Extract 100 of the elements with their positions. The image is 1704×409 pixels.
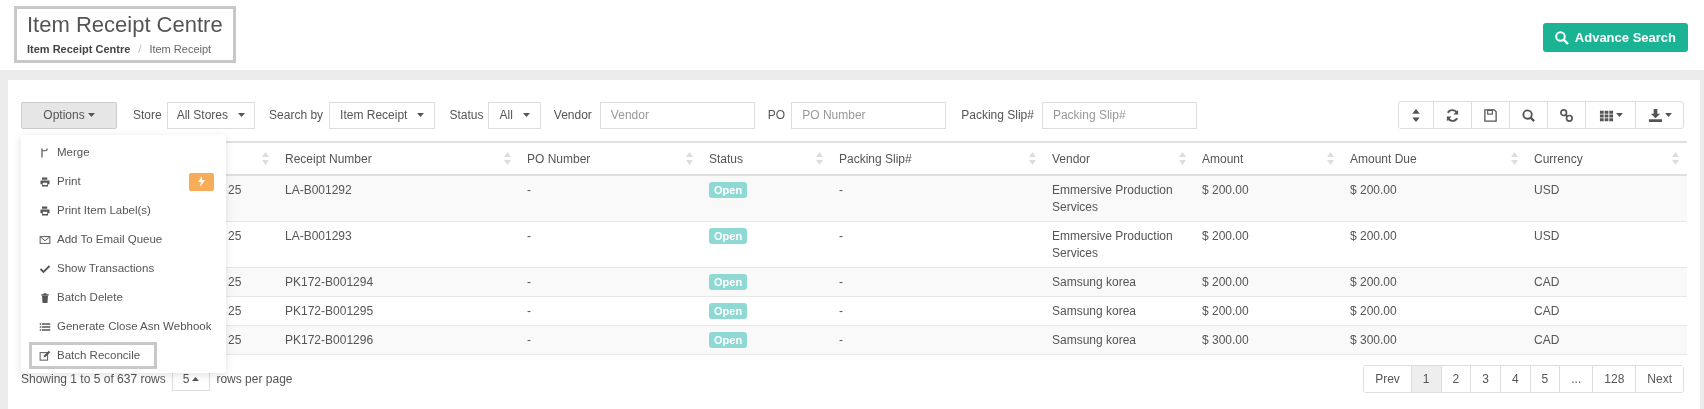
table-cell: LA-B001292	[285, 183, 352, 197]
table-cell: CAD	[1534, 304, 1560, 318]
menu-item[interactable]: Print	[39, 168, 81, 195]
table-cell: Samsung korea	[1052, 275, 1137, 289]
edit-icon	[39, 349, 51, 362]
caret-icon	[192, 377, 200, 381]
refresh-icon	[1445, 107, 1460, 123]
table-cell: LA-B001293	[285, 229, 352, 243]
menu-item[interactable]: Batch Reconcile	[29, 342, 158, 369]
store-select[interactable]: All Stores	[166, 101, 256, 129]
table-cell: Emmersive Production Services	[1052, 229, 1173, 260]
column-header[interactable]: Status	[709, 149, 744, 168]
menu-item[interactable]: Batch Delete	[39, 284, 123, 311]
envelope-icon	[39, 233, 51, 246]
table-cell: -	[839, 304, 843, 318]
table-cell: Emmersive Production Services	[1052, 183, 1173, 214]
sort-icon	[262, 152, 269, 165]
table-cell: PK172-B001295	[285, 304, 374, 318]
po-label: PO	[767, 107, 786, 124]
status-badge: Open	[709, 274, 748, 290]
status-label: Status	[449, 107, 484, 124]
table-cell: $ 200.00	[1202, 304, 1249, 318]
column-header[interactable]: Amount Due	[1350, 149, 1417, 168]
sort-icon	[1410, 107, 1422, 123]
menu-item[interactable]: Merge	[39, 139, 90, 166]
sort-icon	[1511, 152, 1518, 165]
table-cell: -	[839, 275, 843, 289]
column-header[interactable]: PO Number	[527, 149, 591, 168]
table-cell: 25	[228, 183, 242, 197]
lightning-icon	[198, 176, 205, 187]
link-icon	[1559, 107, 1574, 123]
column-header[interactable]: Packing Slip#	[839, 149, 912, 168]
caret-icon	[1615, 113, 1623, 117]
menu-item[interactable]: Show Transactions	[39, 255, 155, 282]
table-cell: $ 200.00	[1202, 275, 1249, 289]
column-header[interactable]: Amount	[1202, 149, 1244, 168]
caret-icon	[238, 113, 246, 117]
table-cell: $ 200.00	[1350, 183, 1397, 197]
packing-slip-field[interactable]: Packing Slip#	[1041, 101, 1197, 129]
status-select[interactable]: All	[488, 101, 541, 129]
table-cell: -	[839, 183, 843, 197]
search-icon	[1521, 107, 1536, 123]
table-cell: 25	[228, 229, 242, 243]
packing-slip-label: Packing Slip#	[961, 107, 1034, 124]
table-cell: CAD	[1534, 275, 1560, 289]
page-button[interactable]: 1	[1410, 366, 1441, 392]
printer-icon	[39, 204, 51, 217]
sort-icon	[816, 152, 823, 165]
caret-icon	[1664, 113, 1672, 117]
menu-item[interactable]: Generate Close Asn Webhook	[39, 313, 212, 340]
table-cell: $ 200.00	[1350, 229, 1397, 243]
status-badge: Open	[709, 228, 748, 244]
caret-icon	[417, 113, 425, 117]
menu-item[interactable]: Print Item Label(s)	[39, 197, 151, 224]
table-cell: USD	[1534, 183, 1560, 197]
search-by-select[interactable]: Item Receipt	[329, 101, 436, 129]
store-label: Store	[133, 107, 162, 124]
merge-icon	[39, 146, 51, 159]
table-cell: $ 200.00	[1202, 229, 1249, 243]
breadcrumb-separator: /	[138, 42, 142, 57]
table-cell: PK172-B001296	[285, 333, 374, 347]
table-cell: Samsung korea	[1052, 333, 1137, 347]
search-icon	[1554, 30, 1569, 45]
table-cell: 25	[228, 304, 242, 318]
sort-icon	[686, 152, 693, 165]
sort-icon	[1029, 152, 1036, 165]
breadcrumb-link[interactable]: Item Receipt	[149, 41, 212, 58]
table-cell: -	[527, 275, 531, 289]
table-cell: Samsung korea	[1052, 304, 1137, 318]
options-button[interactable]: Options	[21, 101, 117, 129]
po-number-field[interactable]: PO Number	[791, 101, 947, 129]
rows-per-page-text: rows per page	[216, 371, 293, 388]
trash-icon	[39, 291, 51, 304]
column-header[interactable]: Receipt Number	[285, 149, 372, 168]
list-icon	[39, 320, 51, 333]
menu-item[interactable]: Add To Email Queue	[39, 226, 163, 253]
table-cell: 25	[228, 333, 242, 347]
printer-icon	[39, 175, 51, 188]
status-badge: Open	[709, 182, 748, 198]
search-by-label: Search by	[269, 107, 324, 124]
table-cell: -	[839, 229, 843, 243]
caret-icon	[87, 113, 95, 117]
sort-icon	[1179, 152, 1186, 165]
vendor-field[interactable]: Vendor	[599, 101, 755, 129]
download-icon	[1647, 107, 1663, 123]
showing-text: Showing 1 to 5 of 637 rows	[21, 371, 166, 388]
page-button[interactable]: Next	[1635, 366, 1683, 392]
column-header[interactable]: Vendor	[1052, 149, 1091, 168]
table-cell: CAD	[1534, 333, 1560, 347]
breadcrumb-link[interactable]: Item Receipt Centre	[27, 41, 131, 58]
sort-icon	[1672, 152, 1679, 165]
table-cell: $ 200.00	[1350, 275, 1397, 289]
table-cell: USD	[1534, 229, 1560, 243]
table-cell: $ 200.00	[1350, 304, 1397, 318]
table-cell: $ 300.00	[1350, 333, 1397, 347]
table-cell: -	[839, 333, 843, 347]
sort-icon	[1327, 152, 1334, 165]
column-header[interactable]: Currency	[1534, 149, 1583, 168]
table-cell: -	[527, 229, 531, 243]
status-badge: Open	[709, 303, 748, 319]
